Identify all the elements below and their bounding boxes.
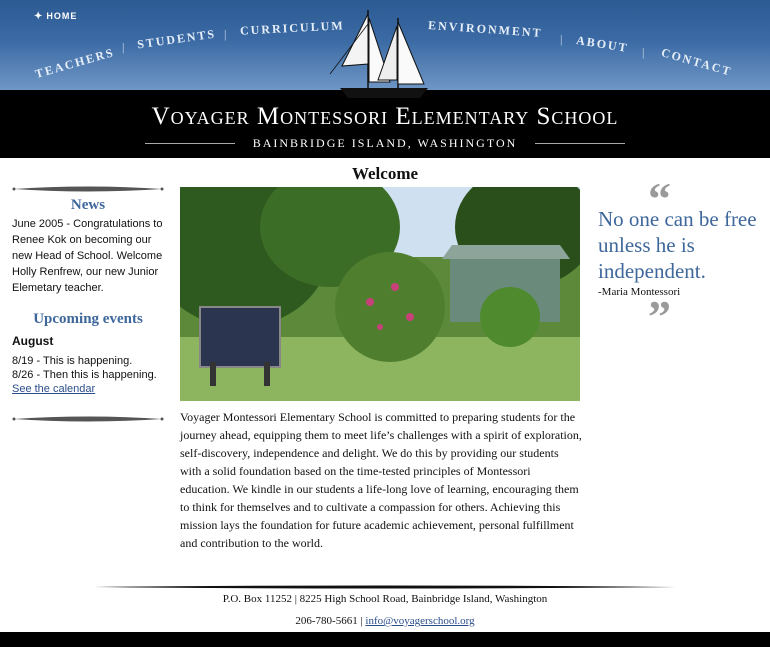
site-header: ✦ Home Teachers | Students | Curriculum E… bbox=[0, 0, 770, 158]
close-quote-icon: ” bbox=[648, 291, 671, 342]
page-content: News June 2005 - Congratulations to Rene… bbox=[0, 158, 770, 632]
school-name: Voyager Montessori Elementary School bbox=[151, 103, 619, 130]
school-photo bbox=[180, 187, 580, 401]
subtitle-rule-right bbox=[535, 143, 625, 144]
mission-text: Voyager Montessori Elementary School is … bbox=[180, 410, 582, 550]
nav-separator: | bbox=[122, 40, 125, 54]
list-item: 8/19 - This is happening. bbox=[12, 354, 164, 368]
nav-home-label: Home bbox=[46, 11, 78, 21]
events-heading: Upcoming events bbox=[33, 311, 143, 327]
calendar-link[interactable]: See the calendar bbox=[12, 382, 164, 396]
footer-address: P.O. Box 11252 | 8225 High School Road, … bbox=[222, 593, 548, 605]
nav-separator: | bbox=[224, 27, 227, 41]
event-text: - Then this is happening. bbox=[33, 369, 157, 381]
nav-separator: | bbox=[642, 45, 645, 59]
sidebar: News June 2005 - Congratulations to Rene… bbox=[12, 184, 164, 424]
quote-text: No one can be free unless he is independ… bbox=[598, 207, 757, 283]
page-title: Welcome bbox=[351, 164, 419, 183]
sailing-ship-logo bbox=[329, 10, 428, 98]
footer-contact: 206-780-5661 | info@voyagerschool.org bbox=[0, 615, 770, 627]
nav-separator: | bbox=[560, 32, 563, 46]
nav-home-link[interactable]: ✦ Home bbox=[34, 11, 77, 22]
footer-phone: 206-780-5661 bbox=[295, 615, 358, 627]
school-location: Bainbridge Island, Washington bbox=[252, 136, 518, 150]
footer-divider bbox=[94, 585, 676, 589]
list-item: 8/26 - Then this is happening. bbox=[12, 368, 164, 382]
ornament-divider bbox=[12, 186, 164, 192]
events-month: August bbox=[12, 334, 54, 348]
events-list: 8/19 - This is happening. 8/26 - Then th… bbox=[12, 354, 164, 382]
ornament-divider bbox=[12, 416, 164, 422]
event-date: 8/19 bbox=[12, 355, 34, 367]
footer-email-link[interactable]: info@voyagerschool.org bbox=[365, 615, 474, 627]
event-text: - This is happening. bbox=[33, 355, 133, 367]
compass-icon: ✦ bbox=[34, 11, 44, 22]
news-heading: News bbox=[70, 197, 106, 213]
event-date: 8/26 bbox=[12, 369, 34, 381]
news-text: June 2005 - Congratulations to Renee Kok… bbox=[12, 218, 163, 294]
